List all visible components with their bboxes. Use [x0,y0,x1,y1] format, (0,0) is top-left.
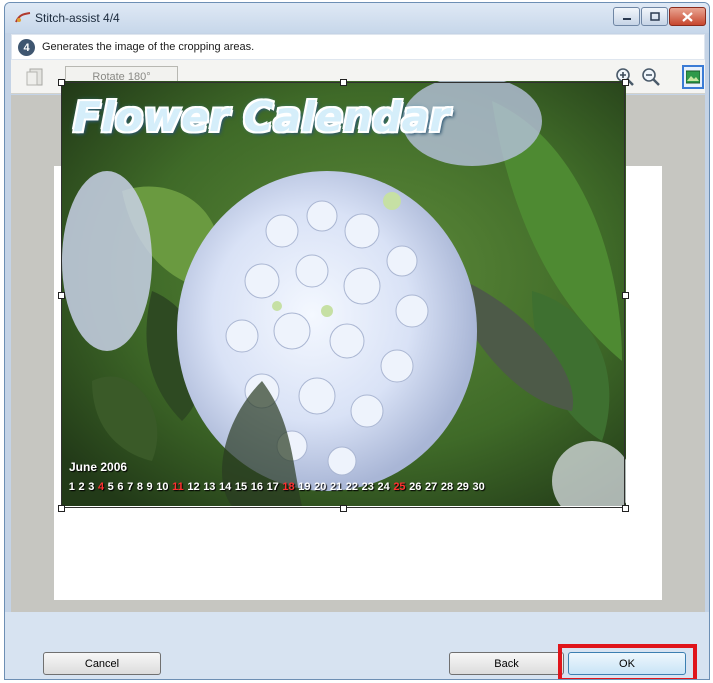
calendar-day: 6 [117,481,124,493]
fit-to-window-icon [685,70,701,84]
calendar-day: 2 [78,481,85,493]
crop-handle-bottom-left[interactable] [58,505,65,512]
calendar-day: 12 [187,481,200,493]
calendar-day: 19 [298,481,311,493]
minimize-button[interactable] [613,7,640,26]
crop-area-frame[interactable] [61,82,625,508]
calendar-day: 14 [219,481,232,493]
calendar-day: 26 [409,481,422,493]
calendar-day: 10 [156,481,169,493]
step-description: Generates the image of the cropping area… [42,41,255,53]
crop-handle-top-right[interactable] [622,79,629,86]
calendar-day: 1 [68,481,75,493]
calendar-day: 30 [472,481,485,493]
fit-to-window-button[interactable] [682,65,704,89]
calendar-day: 17 [266,481,279,493]
cancel-button[interactable]: Cancel [43,652,161,675]
calendar-day: 18 [282,481,295,493]
calendar-day: 4 [97,481,105,493]
minimize-icon [622,17,631,20]
zoom-out-icon[interactable] [640,66,662,88]
dialog-footer: Cancel Back OK [5,612,709,679]
calendar-day: 11 [172,481,184,493]
rotate-icon [26,68,43,86]
calendar-day: 8 [136,481,143,493]
crop-handle-middle-right[interactable] [622,292,629,299]
crop-handle-bottom-center[interactable] [340,505,347,512]
calendar-day: 22 [345,481,359,493]
window-title: Stitch-assist 4/4 [35,11,120,25]
stitch-assist-window: Stitch-assist 4/4 4 Generates the image … [4,2,710,680]
stitch-app-icon [15,12,31,23]
calendar-day: 16 [250,481,263,493]
calendar-day: 15 [234,481,248,493]
calendar-day: 20 [314,481,327,493]
crop-handle-middle-left[interactable] [58,292,65,299]
calendar-day: 9 [146,481,153,493]
crop-handle-bottom-right[interactable] [622,505,629,512]
step-banner: 4 Generates the image of the cropping ar… [11,34,705,60]
maximize-icon [649,12,660,21]
step-number-badge: 4 [18,39,35,56]
back-button[interactable]: Back [449,652,564,675]
calendar-day: 13 [203,481,216,493]
close-button[interactable] [669,7,706,26]
title-bar[interactable]: Stitch-assist 4/4 [5,3,709,33]
close-icon [682,11,693,22]
maximize-button[interactable] [641,7,668,26]
calendar-day: 25 [393,481,406,493]
calendar-month-label: June 2006 [69,460,128,474]
crop-handle-top-center[interactable] [340,79,347,86]
calendar-day: 24 [377,481,390,493]
crop-handle-top-left[interactable] [58,79,65,86]
calendar-day: 27 [425,481,438,493]
ok-highlight-box [558,644,697,679]
calendar-days-row: 1 2 3 4 5 6 7 8 9 10 11 12 13 14 15 16 17 18 19 20 21 22 23 24 2… [67,479,627,495]
calendar-day: 29 [456,481,469,493]
calendar-day: 5 [107,481,114,493]
calendar-title-text: Flower Calendar [73,93,450,141]
calendar-day: 3 [88,481,95,493]
calendar-day: 7 [127,481,134,493]
calendar-day: 23 [361,481,374,493]
calendar-day: 28 [440,481,454,493]
calendar-day: 21 [329,481,343,493]
